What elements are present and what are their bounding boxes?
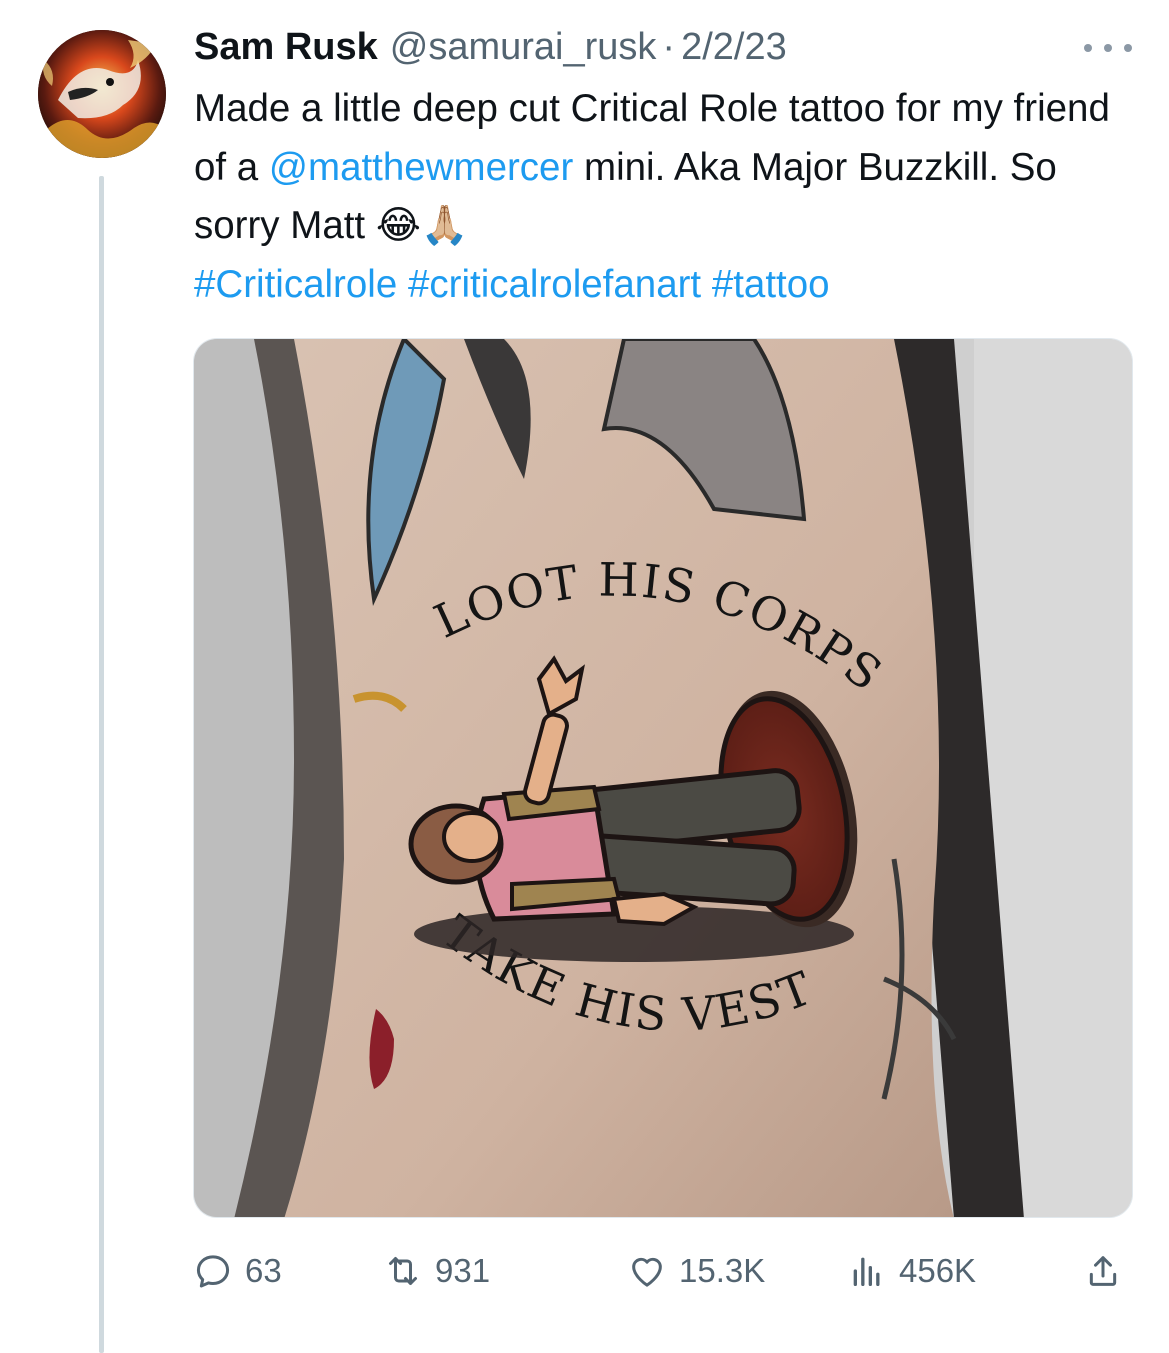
thread-line: [99, 176, 104, 1353]
user-handle[interactable]: @samurai_rusk: [390, 26, 657, 69]
share-button[interactable]: [1083, 1244, 1123, 1298]
heart-icon: [632, 1257, 662, 1287]
action-bar: 63 931 15.3K 456K: [193, 1244, 1133, 1298]
retweet-button[interactable]: 931: [383, 1244, 490, 1298]
reply-button[interactable]: 63: [193, 1244, 282, 1298]
tweet-date[interactable]: 2/2/23: [681, 26, 787, 69]
like-button[interactable]: 15.3K: [627, 1244, 765, 1298]
reply-icon: [196, 1255, 230, 1288]
more-options-icon[interactable]: [1084, 40, 1132, 56]
retweet-icon: [389, 1257, 417, 1285]
hashtag-link[interactable]: #criticalrolefanart: [408, 263, 701, 306]
avatar[interactable]: [38, 30, 166, 158]
tattoo-photo: LOOT HIS CORPSE TAKE HIS VEST: [194, 339, 1132, 1217]
views-button[interactable]: 456K: [847, 1244, 976, 1298]
analytics-icon: [853, 1257, 880, 1286]
tweet-header: Sam Rusk @samurai_rusk · 2/2/23: [194, 26, 787, 72]
hashtag-link[interactable]: #Criticalrole: [194, 263, 397, 306]
like-count: 15.3K: [679, 1252, 766, 1289]
emoji: 😂🙏🏼: [375, 203, 469, 248]
share-icon: [1089, 1256, 1117, 1286]
avatar-image: [38, 30, 166, 158]
mention-link[interactable]: @matthewmercer: [269, 146, 573, 189]
hashtag-link[interactable]: #tattoo: [712, 263, 830, 306]
separator-dot: ·: [662, 26, 676, 68]
tweet-text: Made a little deep cut Critical Role tat…: [194, 80, 1134, 314]
display-name[interactable]: Sam Rusk: [194, 26, 378, 69]
tweet: Sam Rusk @samurai_rusk · 2/2/23 Made a l…: [0, 0, 1169, 1353]
retweet-count: 931: [435, 1252, 491, 1289]
reply-count: 63: [245, 1252, 282, 1289]
tweet-image[interactable]: LOOT HIS CORPSE TAKE HIS VEST: [193, 338, 1133, 1218]
views-count: 456K: [899, 1252, 977, 1289]
